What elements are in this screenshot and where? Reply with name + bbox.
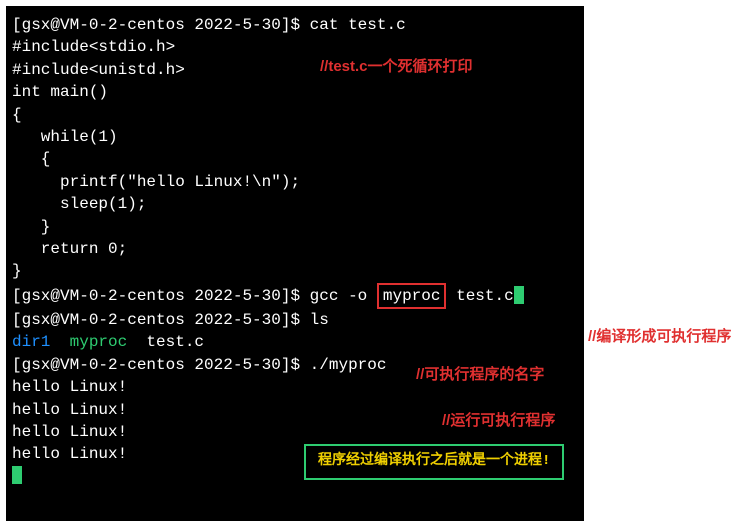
prompt-line-ls: [gsx@VM-0-2-centos 2022-5-30]$ ls	[12, 309, 578, 331]
annotation-box-process: 程序经过编译执行之后就是一个进程!	[304, 444, 564, 480]
gcc-output-name-box: myproc	[377, 283, 447, 309]
cursor-icon	[514, 286, 524, 304]
source-line: #include<stdio.h>	[12, 36, 578, 58]
ls-output-line: dir1 myproc test.c	[12, 331, 578, 353]
source-line: }	[12, 260, 578, 282]
source-line: return 0;	[12, 238, 578, 260]
cursor-icon	[12, 466, 22, 484]
command-gcc-post: test.c	[446, 287, 513, 305]
source-line: printf("hello Linux!\n");	[12, 171, 578, 193]
source-line: sleep(1);	[12, 193, 578, 215]
annotation-exename: //可执行程序的名字	[416, 364, 544, 385]
ls-dir: dir1	[12, 333, 50, 351]
command-run: ./myproc	[310, 356, 387, 374]
source-line: #include<unistd.h>	[12, 59, 578, 81]
annotation-compile: //编译形成可执行程序	[588, 326, 731, 347]
prompt: [gsx@VM-0-2-centos 2022-5-30]$	[12, 311, 310, 329]
prompt-line-gcc: [gsx@VM-0-2-centos 2022-5-30]$ gcc -o my…	[12, 283, 578, 309]
source-line: int main()	[12, 81, 578, 103]
command-cat: cat test.c	[310, 16, 406, 34]
annotation-run: //运行可执行程序	[442, 410, 555, 431]
command-ls: ls	[310, 311, 329, 329]
source-line: {	[12, 104, 578, 126]
prompt: [gsx@VM-0-2-centos 2022-5-30]$	[12, 287, 310, 305]
command-gcc-pre: gcc -o	[310, 287, 377, 305]
ls-src: test.c	[146, 333, 204, 351]
prompt: [gsx@VM-0-2-centos 2022-5-30]$	[12, 356, 310, 374]
source-line: while(1)	[12, 126, 578, 148]
prompt: [gsx@VM-0-2-centos 2022-5-30]$	[12, 16, 310, 34]
gcc-output-name: myproc	[383, 287, 441, 305]
ls-exe: myproc	[70, 333, 128, 351]
terminal-window: [gsx@VM-0-2-centos 2022-5-30]$ cat test.…	[6, 6, 584, 521]
prompt-line-cat: [gsx@VM-0-2-centos 2022-5-30]$ cat test.…	[12, 14, 578, 36]
source-line: }	[12, 216, 578, 238]
annotation-box-text: 程序经过编译执行之后就是一个进程!	[318, 453, 550, 469]
annotation-testc: //test.c一个死循环打印	[320, 56, 473, 77]
source-line: {	[12, 148, 578, 170]
